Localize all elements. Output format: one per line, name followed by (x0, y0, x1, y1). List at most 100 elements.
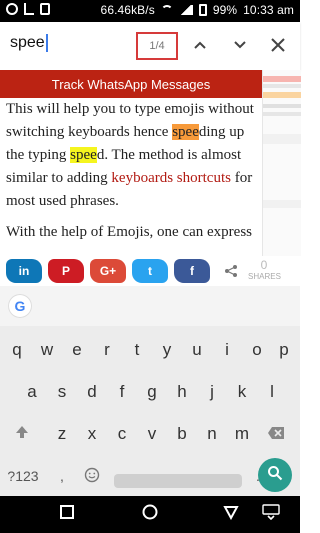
twitter-icon: t (148, 264, 152, 278)
square-icon (59, 504, 75, 525)
match-counter-text: 1/4 (149, 40, 165, 52)
key-v[interactable]: v (138, 418, 166, 450)
key-x[interactable]: x (78, 418, 106, 450)
key-m[interactable]: m (228, 418, 256, 450)
share-count: 0 SHARES (248, 259, 281, 283)
key-h[interactable]: h (168, 376, 196, 408)
banner-text: Track WhatsApp Messages (51, 76, 211, 92)
key-c[interactable]: c (108, 418, 136, 450)
key-p[interactable]: p (270, 334, 298, 366)
google-icon[interactable]: G (8, 294, 32, 318)
key-j[interactable]: j (198, 376, 226, 408)
keyboards-shortcuts-link[interactable]: keyboards shortcuts (111, 170, 231, 186)
next-match-button[interactable] (228, 34, 252, 58)
previous-match-button[interactable] (188, 34, 212, 58)
shift-key[interactable] (8, 418, 36, 450)
google-plus-share-button[interactable]: G+ (90, 259, 126, 283)
facebook-share-button[interactable]: f (174, 259, 210, 283)
key-a[interactable]: a (18, 376, 46, 408)
key-w[interactable]: w (33, 334, 61, 366)
emoji-key[interactable] (78, 460, 106, 492)
share-bar: in P G+ t f 0 SHARES (0, 256, 300, 286)
message-icon (6, 3, 18, 15)
status-bar: 66.46kB/s 99% 10:33 am (0, 0, 300, 22)
share-count-label: SHARES (248, 272, 281, 281)
comma-key[interactable]: , (48, 460, 76, 492)
article-line: With the help of Emojis, one can express (6, 224, 252, 240)
linkedin-icon: in (18, 264, 30, 278)
chevron-up-icon (193, 36, 207, 57)
network-speed: 66.46kB/s (100, 3, 155, 17)
signal-icon (178, 5, 193, 15)
share-icon[interactable] (224, 264, 238, 278)
key-r[interactable]: r (93, 334, 121, 366)
shift-icon (14, 424, 30, 445)
match-counter: 1/4 (136, 32, 178, 60)
symbols-key[interactable]: ?123 (6, 460, 40, 492)
close-find-button[interactable] (266, 34, 290, 58)
wifi-icon (160, 5, 173, 15)
key-d[interactable]: d (78, 376, 106, 408)
search-highlight: spee (70, 147, 97, 163)
find-query: spee (10, 34, 45, 52)
page-sidebar (262, 70, 301, 256)
article-line: the typing speed. The method is almost (6, 147, 242, 163)
key-z[interactable]: z (48, 418, 76, 450)
backspace-key[interactable] (262, 418, 290, 450)
key-k[interactable]: k (228, 376, 256, 408)
keyboard-toolbar: G (0, 286, 300, 326)
key-e[interactable]: e (63, 334, 91, 366)
twitter-share-button[interactable]: t (132, 259, 168, 283)
circle-icon (141, 503, 159, 526)
emoji-icon (84, 467, 100, 486)
backspace-icon (267, 424, 285, 445)
search-icon (267, 465, 283, 486)
space-key[interactable] (114, 474, 242, 488)
pinterest-share-button[interactable]: P (48, 259, 84, 283)
article-line: most used phrases. (6, 193, 119, 209)
pinterest-icon: P (61, 264, 70, 278)
find-in-page-bar: spee 1/4 (0, 22, 300, 70)
key-n[interactable]: n (198, 418, 226, 450)
home-button[interactable] (141, 503, 159, 526)
key-q[interactable]: q (3, 334, 31, 366)
article-line: switching keyboards hence speeding up (6, 124, 245, 140)
keyboard-row-4: ?123 , . (0, 452, 300, 500)
sim-icon (40, 3, 50, 15)
close-icon (270, 33, 286, 59)
recent-apps-button[interactable] (58, 504, 76, 525)
key-l[interactable]: l (258, 376, 286, 408)
key-g[interactable]: g (138, 376, 166, 408)
chevron-down-icon (233, 36, 247, 57)
battery-percent: 99% (212, 3, 238, 17)
key-o[interactable]: o (243, 334, 271, 366)
usb-icon (24, 3, 34, 15)
key-b[interactable]: b (168, 418, 196, 450)
key-f[interactable]: f (108, 376, 136, 408)
promo-banner[interactable]: Track WhatsApp Messages (0, 70, 262, 98)
article-line: This will help you to type emojis withou… (6, 101, 254, 117)
hide-keyboard-button[interactable] (262, 503, 280, 525)
find-input[interactable]: spee (10, 34, 130, 58)
linkedin-share-button[interactable]: in (6, 259, 42, 283)
clock: 10:33 am (243, 3, 294, 17)
key-y[interactable]: y (153, 334, 181, 366)
keyboard-hide-icon (262, 503, 280, 525)
facebook-icon: f (190, 264, 194, 278)
google-plus-icon: G+ (99, 264, 117, 278)
text-cursor (45, 34, 48, 52)
back-icon (223, 504, 239, 525)
soft-keyboard: G q w e r t y u i o p a s d f g h j k l … (0, 286, 300, 496)
key-u[interactable]: u (183, 334, 211, 366)
article-line: similar to adding keyboards shortcuts fo… (6, 170, 253, 186)
search-enter-key[interactable] (258, 458, 292, 492)
active-search-highlight: spee (172, 124, 199, 140)
key-s[interactable]: s (48, 376, 76, 408)
battery-icon (198, 4, 207, 16)
key-i[interactable]: i (213, 334, 241, 366)
keyboard-row-3: z x c v b n m (0, 410, 300, 458)
key-t[interactable]: t (123, 334, 151, 366)
back-button[interactable] (222, 505, 240, 523)
keyboard-row-2: a s d f g h j k l (0, 368, 300, 416)
article-text: This will help you to type emojis withou… (0, 98, 262, 254)
